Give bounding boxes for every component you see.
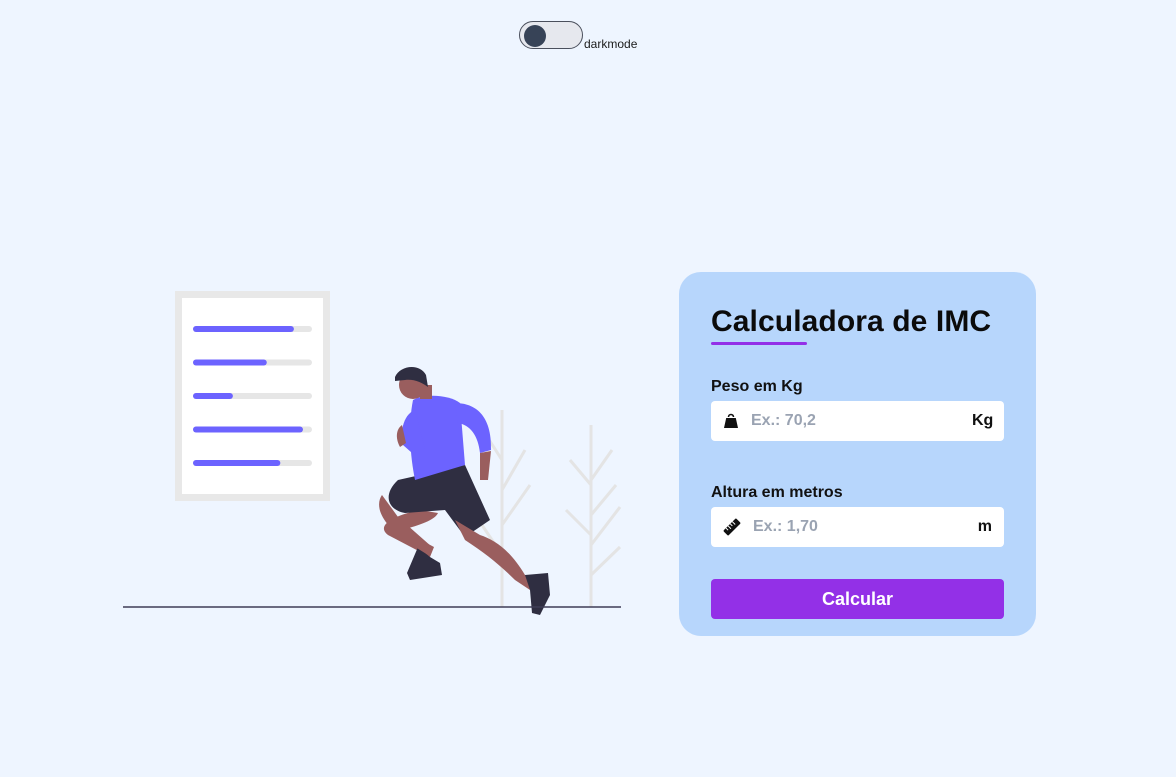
height-unit: m [977, 518, 992, 535]
checklist-board [175, 291, 330, 501]
running-person-illustration [123, 291, 622, 615]
toggle-knob [524, 25, 546, 47]
calculate-button[interactable]: Calcular [711, 579, 1004, 619]
page-title: Calculadora de IMC [711, 305, 992, 338]
darkmode-label: darkmode [584, 37, 638, 51]
weight-input[interactable] [749, 411, 972, 431]
weight-unit: Kg [972, 412, 994, 429]
height-label: Altura em metros [711, 484, 843, 501]
height-input[interactable] [751, 517, 978, 537]
imc-calculator-card: Calculadora de IMC Peso em Kg Kg Altura … [679, 272, 1036, 636]
darkmode-toggle[interactable] [519, 21, 583, 49]
page: darkmode Calculadora de IMC Peso em Kg E… [0, 0, 1176, 777]
title-underline [711, 342, 807, 345]
plant-right [564, 425, 622, 607]
ruler-icon [723, 518, 741, 536]
weight-icon [723, 412, 739, 430]
darkmode-toggle-group: darkmode [519, 21, 638, 51]
weight-field: Kg [711, 401, 1004, 441]
weight-label: Peso em Kg [711, 378, 803, 395]
height-field: m [711, 507, 1004, 547]
